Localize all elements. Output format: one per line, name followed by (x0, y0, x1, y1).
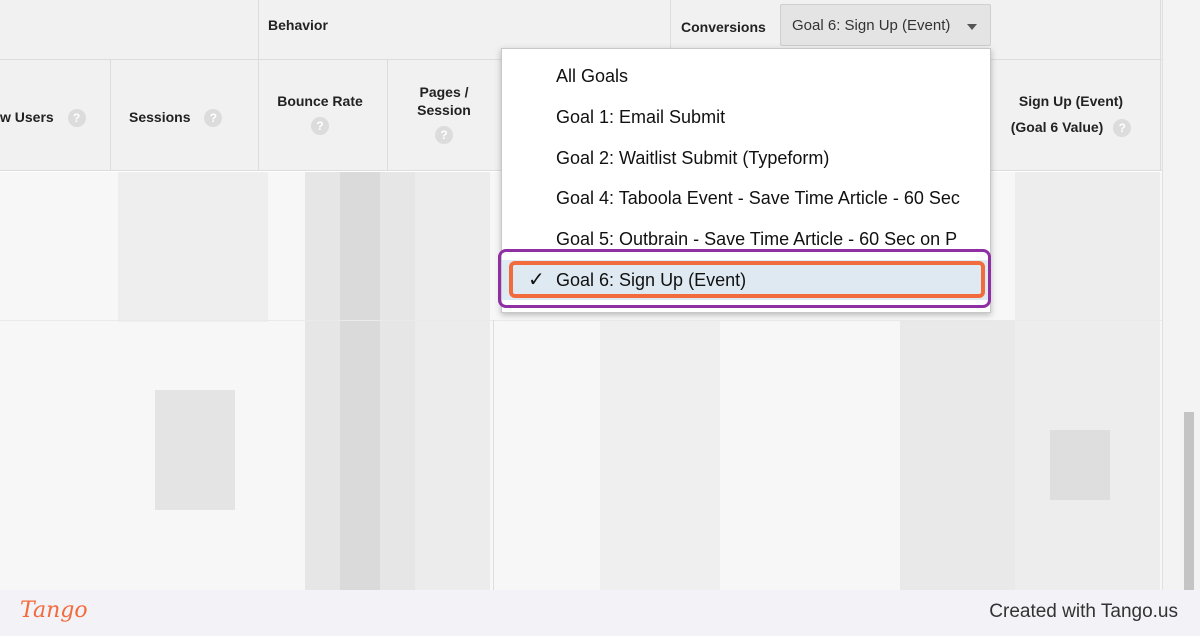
divider (1160, 0, 1161, 171)
tango-logo: Tango (20, 598, 88, 623)
highlight-inner-frame (509, 261, 985, 298)
conversions-goal-select[interactable]: Goal 6: Sign Up (Event) (780, 4, 991, 46)
divider (258, 0, 259, 171)
created-with-text: Created with Tango.us (989, 601, 1178, 622)
column-header-goal-value[interactable]: Sign Up (Event) (Goal 6 Value) ? (990, 92, 1152, 138)
behavior-group-label: Behavior (268, 17, 328, 33)
dropdown-item-goal-1[interactable]: Goal 1: Email Submit (502, 97, 990, 137)
column-header-bounce-rate[interactable]: Bounce Rate ? (262, 92, 378, 136)
help-icon[interactable]: ? (204, 109, 223, 128)
dropdown-item-goal-2[interactable]: Goal 2: Waitlist Submit (Typeform) (502, 138, 990, 178)
help-icon[interactable]: ? (67, 109, 86, 128)
help-icon[interactable]: ? (311, 117, 329, 136)
scrollbar-thumb[interactable] (1184, 412, 1194, 590)
column-header-sessions[interactable]: Sessions ? (129, 108, 223, 128)
column-header-new-users[interactable]: w Users ? (0, 108, 86, 128)
vertical-scrollbar[interactable] (1162, 0, 1200, 590)
help-icon[interactable]: ? (435, 126, 453, 145)
conversions-selected-value: Goal 6: Sign Up (Event) (792, 17, 951, 34)
column-header-pages-session[interactable]: Pages / Session ? (392, 83, 496, 145)
divider (110, 60, 111, 171)
conversions-group-label: Conversions (681, 19, 766, 35)
help-icon[interactable]: ? (1113, 119, 1132, 138)
dropdown-item-goal-4[interactable]: Goal 4: Taboola Event - Save Time Articl… (502, 178, 990, 218)
dropdown-item-all-goals[interactable]: All Goals (502, 56, 990, 96)
chevron-down-icon (967, 24, 977, 30)
divider (387, 60, 388, 171)
